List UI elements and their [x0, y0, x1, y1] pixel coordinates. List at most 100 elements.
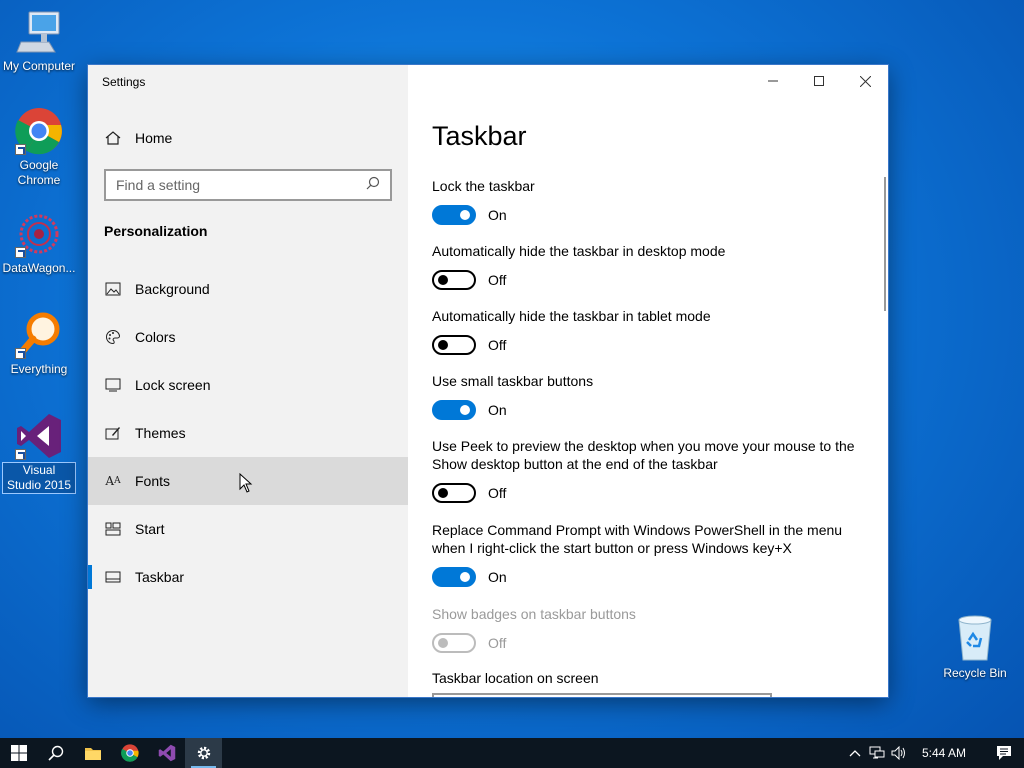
minimize-icon — [768, 80, 778, 82]
location-dropdown[interactable] — [432, 693, 772, 697]
close-button[interactable] — [842, 65, 888, 97]
search-button[interactable] — [37, 738, 74, 768]
toggle-switch[interactable] — [432, 335, 476, 355]
sidebar-item-colors[interactable]: Colors — [88, 313, 408, 361]
desktop-icon-visual-studio[interactable]: Visual Studio 2015 — [0, 412, 78, 494]
taskbar: 5:44 AM — [0, 738, 1024, 768]
window-controls — [750, 65, 888, 97]
setting-label: Show badges on taskbar buttons — [432, 606, 636, 622]
datawagon-icon — [15, 210, 63, 258]
sidebar-item-label: Taskbar — [135, 569, 185, 585]
search-box[interactable] — [104, 169, 392, 201]
system-tray: 5:44 AM — [844, 738, 1024, 768]
chevron-up-icon[interactable] — [844, 738, 866, 768]
setting-badges: Show badges on taskbar buttons Off — [432, 605, 862, 653]
setting-small-buttons: Use small taskbar buttons On — [432, 372, 862, 420]
setting-label: Use Peek to preview the desktop when you… — [432, 438, 855, 472]
start-icon — [104, 520, 122, 538]
sidebar-item-start[interactable]: Start — [88, 505, 408, 553]
setting-powershell: Replace Command Prompt with Windows Powe… — [432, 521, 862, 587]
toggle-state: On — [488, 569, 507, 585]
toggle-switch[interactable] — [432, 400, 476, 420]
volume-icon[interactable] — [888, 738, 910, 768]
shortcut-arrow-icon — [15, 247, 26, 258]
setting-autohide-desktop: Automatically hide the taskbar in deskto… — [432, 242, 862, 290]
setting-peek: Use Peek to preview the desktop when you… — [432, 437, 862, 503]
sidebar-item-background[interactable]: Background — [88, 265, 408, 313]
folder-icon — [84, 748, 101, 760]
notification-icon — [997, 746, 1011, 760]
taskbar-file-explorer[interactable] — [74, 738, 111, 768]
setting-autohide-tablet: Automatically hide the taskbar in tablet… — [432, 307, 862, 355]
chrome-icon — [120, 744, 139, 762]
toggle-state: Off — [488, 485, 507, 501]
clock[interactable]: 5:44 AM — [922, 746, 966, 760]
desktop-icon-label: Visual Studio 2015 — [2, 462, 76, 494]
sidebar-item-label: Fonts — [135, 473, 171, 489]
sidebar-item-home[interactable]: Home — [88, 123, 408, 153]
scrollbar[interactable] — [884, 177, 886, 311]
visual-studio-icon — [15, 412, 63, 460]
setting-label: Use small taskbar buttons — [432, 373, 594, 389]
desktop-icon-datawagon[interactable]: DataWagon... — [0, 210, 78, 276]
gear-icon — [197, 746, 210, 760]
search-input[interactable] — [116, 177, 366, 193]
desktop-icon-my-computer[interactable]: My Computer — [0, 8, 78, 74]
window-title: Settings — [102, 75, 146, 89]
palette-icon — [104, 328, 122, 346]
toggle-state: On — [488, 402, 507, 418]
sidebar-item-themes[interactable]: Themes — [88, 409, 408, 457]
sidebar-item-label: Colors — [135, 329, 176, 345]
picture-icon — [104, 280, 122, 298]
close-icon — [859, 75, 871, 87]
recycle-bin-icon — [953, 614, 997, 662]
settings-sidebar: Settings Home Personalization Background — [88, 65, 408, 697]
taskbar-icon — [104, 568, 122, 586]
settings-content: Taskbar Lock the taskbar On Automaticall… — [408, 65, 888, 697]
search-icon — [47, 745, 63, 761]
toggle-state: Off — [488, 337, 507, 353]
toggle-switch — [432, 633, 476, 653]
visual-studio-icon — [158, 744, 175, 762]
taskbar-chrome[interactable] — [111, 738, 148, 768]
fonts-icon: AA — [105, 474, 121, 488]
start-button[interactable] — [0, 738, 37, 768]
taskbar-settings[interactable] — [185, 738, 222, 768]
sidebar-item-lock-screen[interactable]: Lock screen — [88, 361, 408, 409]
setting-label: Lock the taskbar — [432, 178, 535, 194]
desktop-icon-label: Recycle Bin — [943, 666, 1007, 680]
maximize-button[interactable] — [796, 65, 842, 97]
action-center-button[interactable] — [984, 738, 1024, 768]
home-icon — [104, 129, 122, 147]
toggle-switch[interactable] — [432, 567, 476, 587]
toggle-switch[interactable] — [432, 270, 476, 290]
desktop-icon-google-chrome[interactable]: Google Chrome — [0, 107, 78, 188]
setting-location: Taskbar location on screen — [432, 669, 862, 687]
shortcut-arrow-icon — [15, 144, 26, 155]
minimize-button[interactable] — [750, 65, 796, 97]
taskbar-visual-studio[interactable] — [148, 738, 185, 768]
computer-icon — [15, 8, 63, 56]
search-icon[interactable] — [366, 176, 380, 195]
desktop-icon-label: My Computer — [2, 59, 76, 73]
sidebar-item-label: Themes — [135, 425, 186, 441]
desktop-icon-everything[interactable]: Everything — [0, 311, 78, 377]
maximize-icon — [814, 76, 824, 86]
section-heading: Personalization — [104, 223, 208, 239]
toggle-switch[interactable] — [432, 483, 476, 503]
desktop-icon-label: Google Chrome — [17, 158, 61, 187]
sidebar-nav: Background Colors Lock screen Themes A A… — [88, 265, 408, 601]
setting-label: Automatically hide the taskbar in tablet… — [432, 308, 711, 324]
sidebar-item-label: Lock screen — [135, 377, 211, 393]
themes-icon — [104, 424, 122, 442]
desktop-icon-label: DataWagon... — [2, 261, 76, 275]
toggle-switch[interactable] — [432, 205, 476, 225]
sidebar-item-label: Start — [135, 521, 165, 537]
settings-window: Settings Home Personalization Background — [88, 65, 888, 697]
toggle-state: Off — [488, 272, 507, 288]
chrome-icon — [15, 107, 63, 155]
sidebar-item-taskbar[interactable]: Taskbar — [88, 553, 408, 601]
network-icon[interactable] — [866, 738, 888, 768]
desktop-icon-recycle-bin[interactable]: Recycle Bin — [940, 614, 1010, 680]
setting-label: Taskbar location on screen — [432, 670, 599, 686]
